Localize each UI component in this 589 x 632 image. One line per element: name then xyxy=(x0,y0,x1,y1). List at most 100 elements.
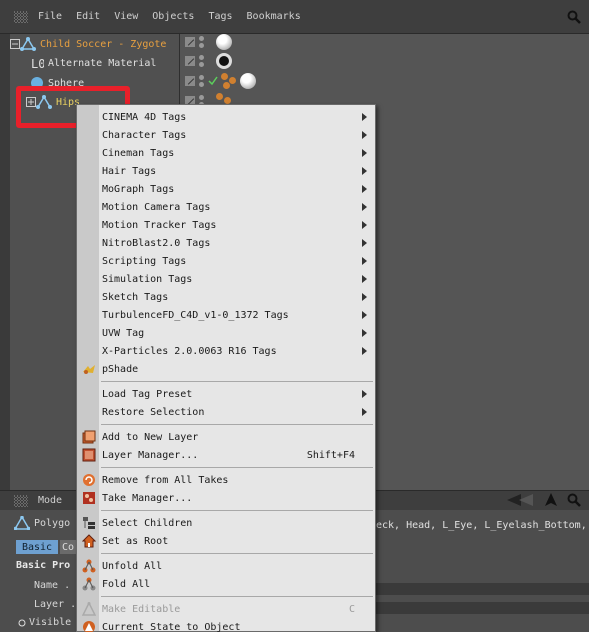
layer-checkbox[interactable] xyxy=(184,55,196,67)
menu-item-cineman-tags[interactable]: Cineman Tags xyxy=(77,144,375,162)
visibility-dots[interactable] xyxy=(199,55,205,67)
visibility-dots[interactable] xyxy=(199,75,205,87)
attribute-tools xyxy=(507,493,581,507)
menu-item-character-tags[interactable]: Character Tags xyxy=(77,126,375,144)
menu-item-unfold-all[interactable]: Unfold All xyxy=(77,557,375,575)
submenu-arrow-icon xyxy=(362,167,367,175)
menu-item-cinema4d-tags[interactable]: CINEMA 4D Tags xyxy=(77,108,375,126)
menu-separator xyxy=(101,553,373,554)
menu-item-label: UVW Tag xyxy=(102,327,145,339)
menu-item-label: Add to New Layer xyxy=(102,431,199,443)
mode-menu[interactable]: Mode xyxy=(38,495,62,506)
menu-item-take-manager[interactable]: Take Manager... xyxy=(77,489,375,507)
selection-names: eck, Head, L_Eye, L_Eyelash_Bottom, xyxy=(376,520,587,531)
menu-item-select-children[interactable]: Select Children xyxy=(77,514,375,532)
menu-item-label: X-Particles 2.0.0063 R16 Tags xyxy=(102,345,277,357)
submenu-arrow-icon xyxy=(362,257,367,265)
menu-item-label: Sketch Tags xyxy=(102,291,169,303)
submenu-arrow-icon xyxy=(362,347,367,355)
menu-item-shortcut: C xyxy=(348,603,355,615)
collapse-icon[interactable] xyxy=(10,39,20,49)
menu-item-scripting-tags[interactable]: Scripting Tags xyxy=(77,252,375,270)
menu-item-label: Take Manager... xyxy=(102,492,193,504)
svg-text:L0: L0 xyxy=(31,57,44,70)
menu-item-xparticles-tags[interactable]: X-Particles 2.0.0063 R16 Tags xyxy=(77,342,375,360)
menu-item-set-as-root[interactable]: Set as Root xyxy=(77,532,375,550)
menu-item-turbulencefd-tags[interactable]: TurbulenceFD_C4D_v1-0_1372 Tags xyxy=(77,306,375,324)
menu-item-restore-selection[interactable]: Restore Selection xyxy=(77,403,375,421)
tree-item-alternate-material[interactable]: L0 Alternate Material xyxy=(30,53,156,73)
null-object-icon xyxy=(20,37,36,51)
menu-item-simulation-tags[interactable]: Simulation Tags xyxy=(77,270,375,288)
submenu-arrow-icon xyxy=(362,185,367,193)
context-menu: CINEMA 4D Tags Character Tags Cineman Ta… xyxy=(76,104,376,632)
menu-item-label: pShade xyxy=(102,363,139,375)
enabled-check-icon[interactable] xyxy=(208,76,218,86)
tab-basic[interactable]: Basic xyxy=(16,540,58,554)
menu-file[interactable]: File xyxy=(38,11,62,22)
menu-separator xyxy=(101,596,373,597)
back-arrow-icon[interactable] xyxy=(507,494,535,506)
material-tag-icon[interactable] xyxy=(216,34,232,50)
menu-item-motion-camera-tags[interactable]: Motion Camera Tags xyxy=(77,198,375,216)
menu-item-current-state-to-object[interactable]: Current State to Object xyxy=(77,618,375,632)
grip-icon xyxy=(14,494,28,507)
tree-item-label: Child Soccer - Zygote xyxy=(40,38,167,50)
phong-tag-icon[interactable] xyxy=(221,73,237,89)
menu-item-label: Current State to Object xyxy=(102,621,241,632)
menu-item-layer-manager[interactable]: Layer Manager... Shift+F4 xyxy=(77,446,375,464)
tag-cell-row1 xyxy=(184,33,232,51)
menu-item-label: Load Tag Preset xyxy=(102,388,193,400)
name-field[interactable] xyxy=(376,583,589,595)
tree-item-child-soccer[interactable]: Child Soccer - Zygote xyxy=(10,34,166,54)
select-children-icon xyxy=(83,517,95,529)
menu-item-label: Remove from All Takes xyxy=(102,474,229,486)
tree-scroll-strip[interactable] xyxy=(0,34,10,490)
menu-view[interactable]: View xyxy=(114,11,138,22)
submenu-arrow-icon xyxy=(362,390,367,398)
pointer-up-icon[interactable] xyxy=(545,493,557,507)
tree-item-label: Alternate Material xyxy=(48,57,157,69)
current-state-icon xyxy=(83,621,95,632)
menu-item-remove-from-all-takes[interactable]: Remove from All Takes xyxy=(77,471,375,489)
menu-item-mograph-tags[interactable]: MoGraph Tags xyxy=(77,180,375,198)
menu-item-motion-tracker-tags[interactable]: Motion Tracker Tags xyxy=(77,216,375,234)
layer-manager-icon xyxy=(82,448,96,462)
menu-tags[interactable]: Tags xyxy=(208,11,232,22)
menu-item-load-tag-preset[interactable]: Load Tag Preset xyxy=(77,385,375,403)
search-icon[interactable] xyxy=(567,493,581,507)
submenu-arrow-icon xyxy=(362,311,367,319)
visible-row: Visible xyxy=(18,617,71,628)
material-tag-icon[interactable] xyxy=(216,53,232,69)
submenu-arrow-icon xyxy=(362,239,367,247)
menu-item-add-to-new-layer[interactable]: Add to New Layer xyxy=(77,428,375,446)
menu-bookmarks[interactable]: Bookmarks xyxy=(247,11,301,22)
menu-item-label: Set as Root xyxy=(102,535,169,547)
menu-item-label: Motion Tracker Tags xyxy=(102,219,217,231)
layer-checkbox[interactable] xyxy=(184,75,196,87)
layer-field[interactable] xyxy=(376,602,589,614)
tag-cell-row2 xyxy=(184,52,232,70)
menu-item-nitroblast-tags[interactable]: NitroBlast2.0 Tags xyxy=(77,234,375,252)
name-label: Name . . xyxy=(34,580,83,591)
menu-edit[interactable]: Edit xyxy=(76,11,100,22)
layer-checkbox[interactable] xyxy=(184,36,196,48)
submenu-arrow-icon xyxy=(362,203,367,211)
menu-item-label: Motion Camera Tags xyxy=(102,201,211,213)
menu-objects[interactable]: Objects xyxy=(152,11,194,22)
search-icon[interactable] xyxy=(567,10,581,24)
menu-item-label: Layer Manager... xyxy=(102,449,199,461)
home-icon xyxy=(82,534,96,548)
menu-item-uvw-tag[interactable]: UVW Tag xyxy=(77,324,375,342)
menu-item-hair-tags[interactable]: Hair Tags xyxy=(77,162,375,180)
menu-item-fold-all[interactable]: Fold All xyxy=(77,575,375,593)
menu-item-pshade[interactable]: pShade xyxy=(77,360,375,378)
submenu-arrow-icon xyxy=(362,113,367,121)
material-tag-icon[interactable] xyxy=(240,73,256,89)
visibility-dots[interactable] xyxy=(199,36,205,48)
radio-icon[interactable] xyxy=(18,619,26,627)
menu-item-sketch-tags[interactable]: Sketch Tags xyxy=(77,288,375,306)
submenu-arrow-icon xyxy=(362,149,367,157)
submenu-arrow-icon xyxy=(362,275,367,283)
menu-item-make-editable[interactable]: Make Editable C xyxy=(77,600,375,618)
